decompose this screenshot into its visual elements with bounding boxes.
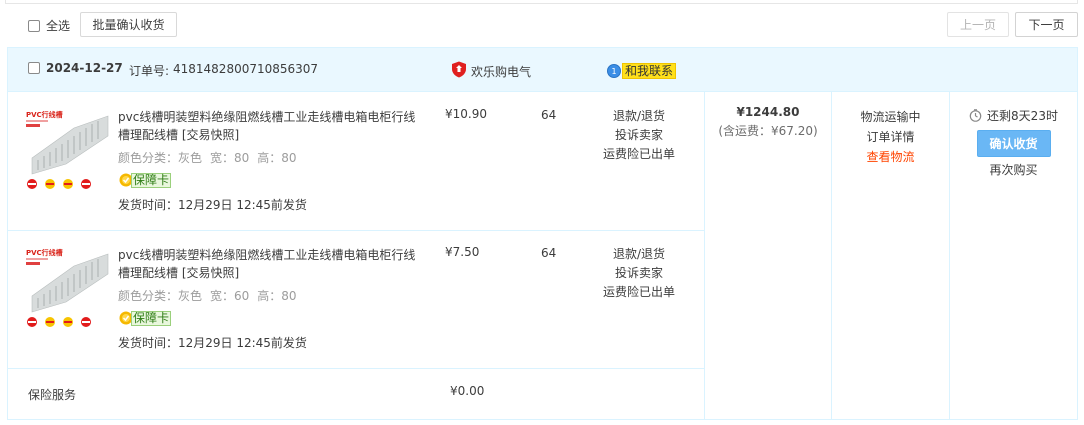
product-title[interactable]: pvc线槽明装塑料绝缘阻燃线槽工业走线槽电箱电柜行线槽理配线槽 [交易快照] bbox=[118, 246, 418, 282]
view-logistics-link[interactable]: 查看物流 bbox=[832, 147, 949, 167]
clock-icon bbox=[969, 109, 982, 122]
logistics-status: 物流运输中 bbox=[860, 110, 921, 124]
total-amount: ¥1244.80 bbox=[736, 105, 800, 119]
prev-page-button[interactable]: 上一页 bbox=[947, 12, 1009, 37]
thumbnail-title: PVC行线槽 bbox=[26, 248, 63, 257]
top-divider bbox=[5, 0, 1078, 4]
refund-link[interactable]: 退款/退货 bbox=[594, 107, 684, 126]
attr-width: 宽：60 bbox=[210, 289, 250, 303]
chat-icon: 1 bbox=[607, 64, 621, 78]
complain-link[interactable]: 投诉卖家 bbox=[594, 264, 684, 283]
order-card: 2024-12-27 订单号: 4181482800710856307 欢乐购电… bbox=[7, 47, 1078, 420]
shipping-insurance-link[interactable]: 运费险已出单 bbox=[594, 145, 684, 164]
shipping-insurance-link[interactable]: 运费险已出单 bbox=[594, 283, 684, 302]
attr-height: 高：80 bbox=[257, 151, 297, 165]
guarantee-badge[interactable]: 保障卡 bbox=[119, 172, 172, 188]
batch-confirm-button[interactable]: 批量确认收货 bbox=[80, 12, 177, 37]
guarantee-label: 保障卡 bbox=[131, 310, 172, 326]
remaining-time-text: 还剩8天23时 bbox=[987, 109, 1058, 123]
refund-link[interactable]: 退款/退货 bbox=[594, 245, 684, 264]
order-toolbar: 全选 批量确认收货 上一页 下一页 bbox=[0, 10, 1084, 40]
item-operations: 退款/退货 投诉卖家 运费险已出单 bbox=[594, 107, 684, 164]
attr-color: 颜色分类：灰色 bbox=[118, 289, 203, 303]
order-item: PVC行线槽 pvc线槽明装塑料绝缘阻燃线槽工业走线槽电箱电柜行线槽理配线槽 [… bbox=[8, 230, 704, 368]
ship-time: 发货时间：12月29日 12:45前发货 bbox=[118, 336, 307, 350]
select-all[interactable]: 全选 bbox=[28, 17, 70, 34]
remaining-time: 还剩8天23时 bbox=[950, 107, 1077, 124]
total-shipping: (含运费：¥67.20) bbox=[718, 124, 818, 138]
attr-height: 高：80 bbox=[257, 289, 297, 303]
insurance-label: 保险服务 bbox=[28, 388, 77, 402]
item-price: ¥7.50 bbox=[445, 245, 480, 259]
select-all-label: 全选 bbox=[46, 19, 71, 33]
confirm-receipt-button[interactable]: 确认收货 bbox=[976, 130, 1051, 157]
order-detail-link[interactable]: 订单详情 bbox=[832, 127, 949, 147]
item-operations: 退款/退货 投诉卖家 运费险已出单 bbox=[594, 245, 684, 302]
shop-name[interactable]: 欢乐购电气 bbox=[471, 63, 531, 80]
select-all-checkbox[interactable] bbox=[28, 19, 40, 32]
order-number-label: 订单号: bbox=[129, 64, 170, 78]
insurance-price: ¥0.00 bbox=[450, 384, 485, 398]
order-actions: 还剩8天23时 确认收货 再次购买 bbox=[950, 107, 1077, 178]
complain-link[interactable]: 投诉卖家 bbox=[594, 126, 684, 145]
item-quantity: 64 bbox=[541, 246, 557, 260]
product-thumbnail[interactable]: PVC行线槽 bbox=[24, 108, 110, 190]
item-price: ¥10.90 bbox=[445, 107, 487, 121]
guarantee-label: 保障卡 bbox=[131, 172, 172, 188]
next-page-button[interactable]: 下一页 bbox=[1015, 12, 1078, 37]
product-thumbnail[interactable]: PVC行线槽 bbox=[24, 246, 110, 328]
contact-seller[interactable]: 1 和我联系 bbox=[607, 63, 677, 79]
order-checkbox[interactable] bbox=[28, 62, 40, 74]
attr-width: 宽：80 bbox=[210, 151, 250, 165]
attr-color: 颜色分类：灰色 bbox=[118, 151, 203, 165]
order-status: 物流运输中 订单详情 查看物流 bbox=[832, 107, 949, 167]
order-number: 4181482800710856307 bbox=[173, 62, 319, 76]
item-quantity: 64 bbox=[541, 108, 557, 122]
order-item: PVC行线槽 pvc线槽明装塑料绝缘阻燃线槽工业走线槽电箱电柜行线槽理配线槽 [… bbox=[8, 92, 704, 230]
product-attributes: 颜色分类：灰色 宽：60 高：80 bbox=[118, 287, 305, 304]
guarantee-badge[interactable]: 保障卡 bbox=[119, 310, 172, 326]
rebuy-link[interactable]: 再次购买 bbox=[950, 161, 1077, 178]
order-header: 2024-12-27 订单号: 4181482800710856307 欢乐购电… bbox=[8, 48, 1077, 92]
shop-shield-icon bbox=[452, 61, 466, 78]
row-divider bbox=[8, 368, 704, 369]
thumbnail-title: PVC行线槽 bbox=[26, 110, 63, 119]
product-title[interactable]: pvc线槽明装塑料绝缘阻燃线槽工业走线槽电箱电柜行线槽理配线槽 [交易快照] bbox=[118, 108, 418, 144]
order-date: 2024-12-27 bbox=[46, 61, 123, 75]
product-attributes: 颜色分类：灰色 宽：80 高：80 bbox=[118, 149, 305, 166]
ship-time: 发货时间：12月29日 12:45前发货 bbox=[118, 198, 307, 212]
column-divider bbox=[704, 92, 705, 419]
contact-seller-label: 和我联系 bbox=[622, 63, 677, 79]
order-total: ¥1244.80 (含运费：¥67.20) bbox=[705, 105, 831, 139]
